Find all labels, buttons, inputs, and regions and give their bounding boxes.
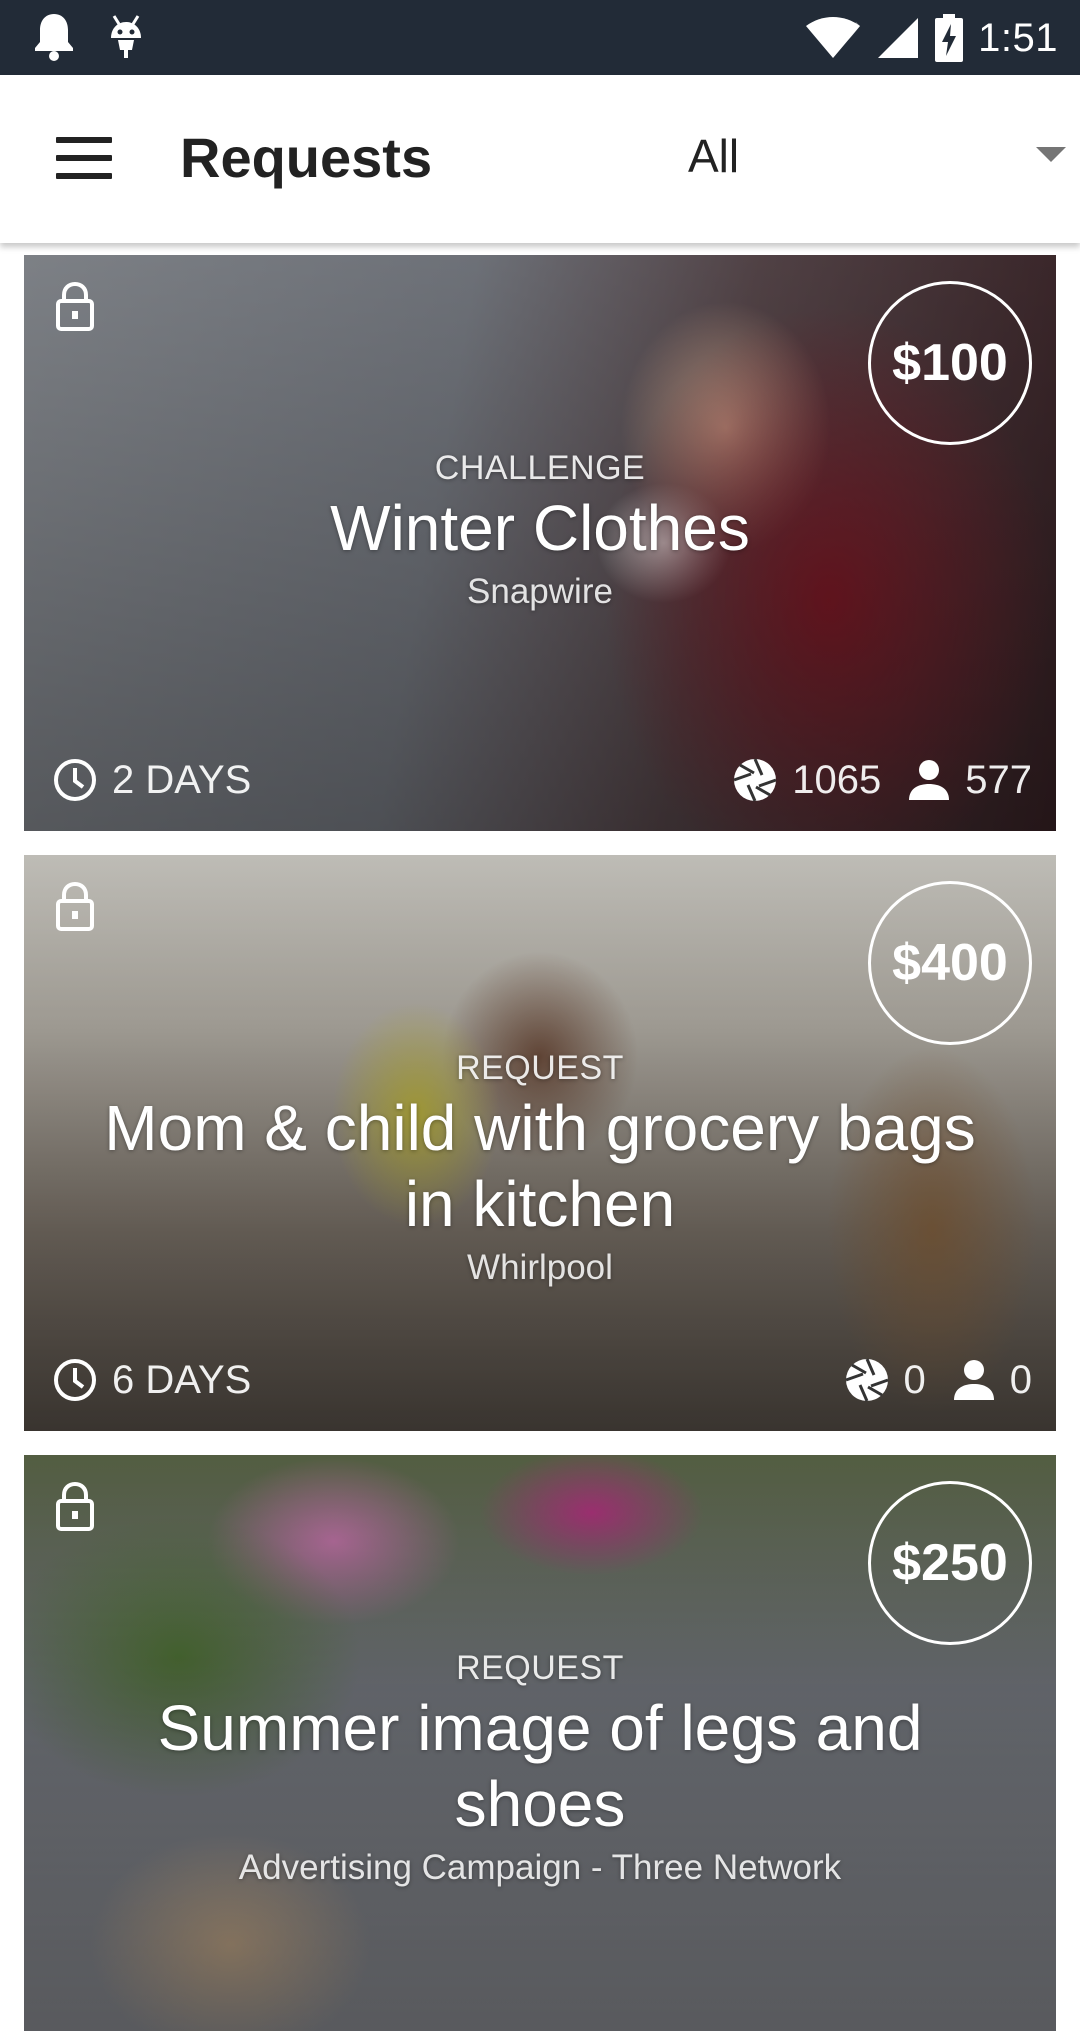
page-title: Requests <box>180 126 433 189</box>
card-footer: 2 DAYS 1065 577 <box>52 755 1032 805</box>
wifi-icon <box>806 17 861 58</box>
deadline-text: 6 DAYS <box>112 1357 252 1402</box>
card-type-label: REQUEST <box>456 1049 624 1087</box>
card-text: REQUEST Mom & child with grocery bags in… <box>84 1048 996 1290</box>
card-organization: Advertising Campaign - Three Network <box>238 1848 842 1887</box>
card-title: Winter Clothes <box>330 492 750 564</box>
request-card-1[interactable]: $100 CHALLENGE Winter Clothes Snapwire 2… <box>24 255 1056 831</box>
battery-charging-icon <box>935 14 964 62</box>
photo-count-value: 1065 <box>792 757 882 802</box>
card-text: REQUEST Summer image of legs and shoes A… <box>84 1648 996 1890</box>
lock-icon <box>56 281 94 331</box>
card-type-label: REQUEST <box>456 1649 624 1687</box>
status-right-icons: 1:51 <box>804 10 1058 66</box>
photo-count: 0 <box>844 1357 926 1403</box>
price-badge: $250 <box>868 1481 1032 1645</box>
clock-icon <box>54 759 96 801</box>
card-organization: Whirlpool <box>467 1248 613 1287</box>
deadline-text: 2 DAYS <box>112 757 252 802</box>
camera-aperture-icon <box>733 758 777 802</box>
photo-count: 1065 <box>732 757 881 803</box>
hamburger-menu-icon[interactable] <box>56 137 112 181</box>
card-footer: 6 DAYS 0 0 <box>52 1355 1032 1405</box>
request-card-2[interactable]: $400 REQUEST Mom & child with grocery ba… <box>24 855 1056 1431</box>
cell-signal-icon <box>878 18 919 58</box>
status-bar: 1:51 <box>0 0 1080 75</box>
contributor-count: 0 <box>952 1358 1032 1403</box>
deadline: 2 DAYS <box>52 757 251 803</box>
card-title: Summer image of legs and shoes <box>157 1692 923 1840</box>
contributor-count: 577 <box>907 758 1032 803</box>
lock-icon <box>56 1481 94 1531</box>
lock-icon <box>56 881 94 931</box>
person-icon <box>953 1360 994 1400</box>
app-bar: Requests All <box>0 75 1080 243</box>
card-text: CHALLENGE Winter Clothes Snapwire <box>84 448 996 614</box>
price-badge: $100 <box>868 281 1032 445</box>
contributor-count-value: 577 <box>965 757 1032 802</box>
card-type-label: CHALLENGE <box>434 449 646 487</box>
deadline: 6 DAYS <box>52 1357 251 1403</box>
card-organization: Snapwire <box>467 572 613 611</box>
status-time: 1:51 <box>978 15 1058 60</box>
filter-dropdown[interactable]: All <box>680 125 1080 195</box>
person-icon <box>909 760 950 800</box>
contributor-count-value: 0 <box>1009 1357 1032 1402</box>
price-badge: $400 <box>868 881 1032 1045</box>
photo-count-value: 0 <box>903 1357 926 1402</box>
status-left-icons <box>30 10 146 64</box>
android-debug-icon <box>111 15 141 58</box>
dropdown-arrow-icon <box>1036 147 1066 162</box>
notification-bell-icon <box>35 14 73 61</box>
request-card-3[interactable]: $250 REQUEST Summer image of legs and sh… <box>24 1455 1056 2031</box>
camera-aperture-icon <box>845 1358 888 1402</box>
card-title: Mom & child with grocery bags in kitchen <box>104 1092 976 1240</box>
filter-selected-value: All <box>688 130 740 182</box>
clock-icon <box>54 1359 96 1401</box>
